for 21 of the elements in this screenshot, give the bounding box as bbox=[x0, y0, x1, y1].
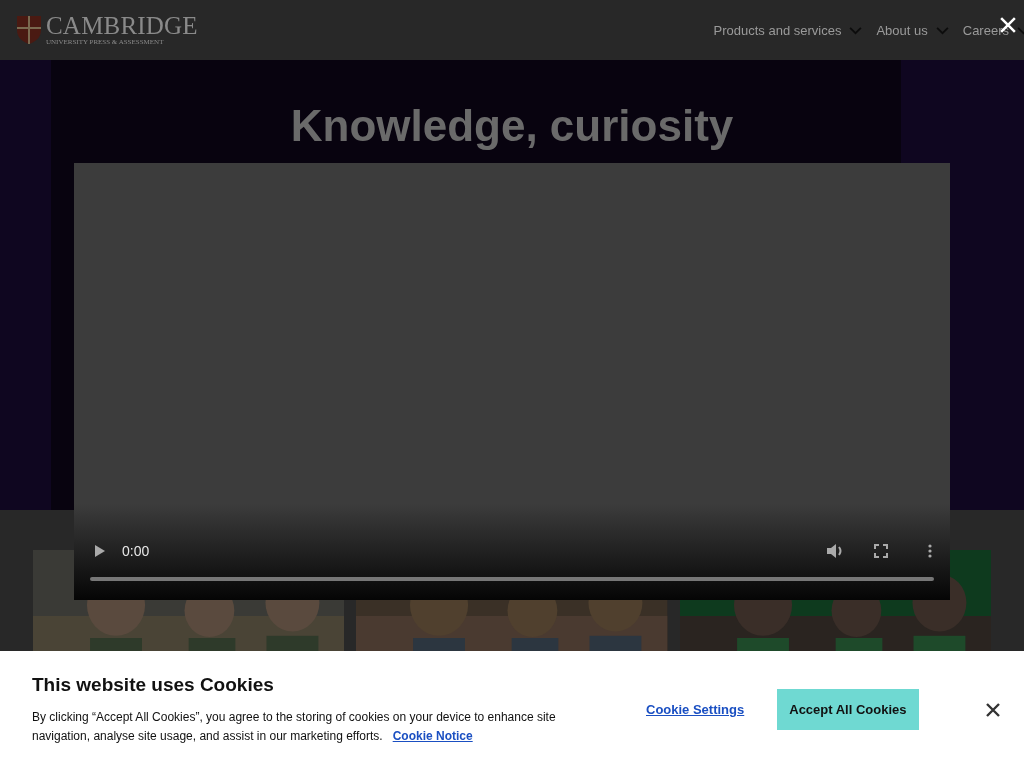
volume-icon[interactable] bbox=[826, 543, 844, 559]
cookie-title: This website uses Cookies bbox=[32, 673, 275, 696]
chevron-down-icon bbox=[935, 25, 949, 35]
accept-cookies-button[interactable]: Accept All Cookies bbox=[777, 689, 919, 730]
logo-wordmark[interactable]: CAMBRIDGE bbox=[46, 13, 198, 38]
shield-icon bbox=[16, 15, 42, 45]
fullscreen-icon[interactable] bbox=[874, 544, 888, 558]
chevron-down-icon bbox=[849, 25, 863, 35]
close-icon[interactable] bbox=[984, 700, 1002, 719]
nav-link[interactable]: Careers bbox=[962, 22, 1024, 38]
nav-link[interactable]: About us bbox=[876, 22, 949, 38]
more-icon[interactable] bbox=[928, 544, 932, 558]
play-icon[interactable] bbox=[94, 544, 106, 558]
progress-track[interactable] bbox=[90, 577, 934, 581]
video-player[interactable]: 0:00 bbox=[74, 163, 950, 600]
video-time: 0:00 bbox=[122, 543, 150, 559]
hero-heading: Knowledge, curiosity bbox=[290, 100, 734, 152]
cookie-notice-link[interactable]: Cookie Notice bbox=[392, 728, 473, 743]
cookie-notice-text: By clicking “Accept All Cookies”, you agree to the storing of cookies on your device to enhance site navigation, analyse site usage, and assist in our marketing efforts. Cookie Notice bbox=[32, 708, 557, 745]
nav-link[interactable]: Products and services bbox=[713, 22, 863, 38]
cookie-settings-link[interactable]: Cookie Settings bbox=[646, 702, 745, 717]
